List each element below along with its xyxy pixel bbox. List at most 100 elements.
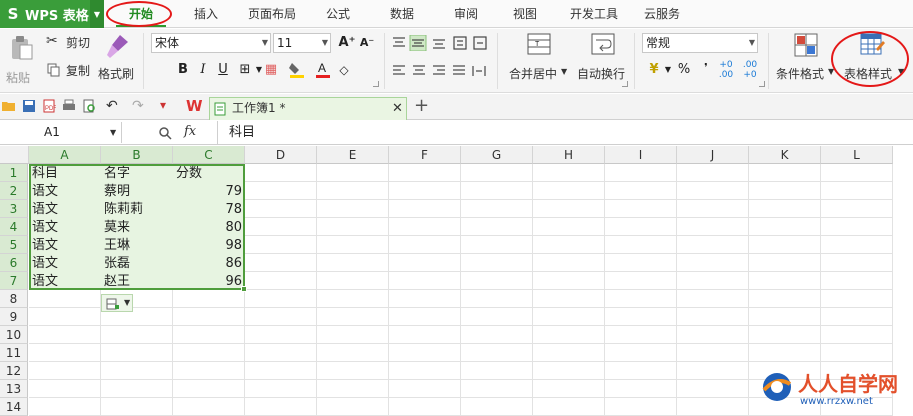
table-cell[interactable]: 语文 [29,201,101,219]
table-header-cell[interactable]: 分数 [173,165,245,183]
number-format-select[interactable]: 常规 ▼ [642,33,758,53]
row-header[interactable]: 12 [0,362,28,380]
format-painter-button[interactable]: 格式刷 [98,33,138,87]
table-cell[interactable]: 赵王 [101,273,173,291]
font-family-select[interactable]: 宋体 ▼ [151,33,271,53]
table-cell[interactable]: 86 [173,255,245,273]
table-cell[interactable]: 陈莉莉 [101,201,173,219]
tab-formula[interactable]: 公式 [318,0,358,28]
table-cell[interactable]: 语文 [29,237,101,255]
table-cell[interactable]: 王琳 [101,237,173,255]
close-icon[interactable]: ✕ [392,98,403,119]
spreadsheet-grid[interactable]: ABCDEFGHIJKL 1 2 3 4 5 6 7 8 9 10 11 12 13 14 科目 名字 分数语… [0,146,913,416]
column-header[interactable]: A [29,146,101,164]
table-cell[interactable]: 96 [173,273,245,291]
copy-button[interactable]: 复制 [46,61,96,81]
column-header[interactable]: I [605,146,677,164]
row-header[interactable]: 5 [0,236,28,254]
increase-font-icon[interactable]: A⁺ [338,34,356,52]
formula-input[interactable]: 科目 [229,123,255,143]
merge-center-button[interactable]: T 合并居中 ▼ [505,33,569,87]
font-size-select[interactable]: 11 ▼ [273,33,331,53]
row-header[interactable]: 11 [0,344,28,362]
cut-button[interactable]: ✂ 剪切 [46,33,96,53]
column-header[interactable]: J [677,146,749,164]
tab-page-layout[interactable]: 页面布局 [240,0,304,28]
decrease-decimal-button[interactable]: .00 +0 [740,60,760,80]
table-cell[interactable]: 79 [173,183,245,201]
column-header[interactable]: L [821,146,893,164]
row-header[interactable]: 7 [0,272,28,290]
export-pdf-icon[interactable]: PDF [42,99,56,113]
autofill-options-button[interactable]: ▼ [101,294,133,312]
increase-decimal-button[interactable]: +0 .00 [716,60,736,80]
column-header[interactable]: F [389,146,461,164]
column-header[interactable]: B [101,146,173,164]
number-dialog-launcher[interactable] [759,81,765,87]
eraser-icon[interactable]: ◇ [335,61,353,79]
font-dialog-launcher[interactable] [373,81,379,87]
row-header[interactable]: 14 [0,398,28,416]
print-preview-icon[interactable] [82,99,96,113]
table-cell[interactable]: 78 [173,201,245,219]
horizontal-align-icons[interactable] [392,63,492,79]
thousands-separator-icon[interactable]: ❜ [697,59,715,77]
bold-button[interactable]: B [174,61,192,79]
column-header[interactable]: D [245,146,317,164]
table-cell[interactable]: 98 [173,237,245,255]
column-header[interactable]: E [317,146,389,164]
table-header-cell[interactable]: 名字 [101,165,173,183]
wrap-text-button[interactable]: 自动换行 [575,33,631,87]
font-color-icon[interactable]: A [314,60,332,78]
tab-home[interactable]: 开始 [108,0,174,28]
vertical-align-icons[interactable] [392,35,502,51]
table-cell[interactable]: 张磊 [101,255,173,273]
table-cell[interactable]: 语文 [29,219,101,237]
app-menu-button[interactable]: S WPS 表格 ▼ [0,0,104,28]
fill-color-icon[interactable] [288,60,306,78]
row-header[interactable]: 8 [0,290,28,308]
table-cell[interactable]: 80 [173,219,245,237]
row-header[interactable]: 10 [0,326,28,344]
row-header[interactable]: 4 [0,218,28,236]
row-header[interactable]: 2 [0,182,28,200]
row-header[interactable]: 9 [0,308,28,326]
tab-data[interactable]: 数据 [382,0,422,28]
tab-review[interactable]: 审阅 [446,0,486,28]
italic-button[interactable]: I [194,61,212,79]
new-tab-icon[interactable]: + [414,95,429,116]
zoom-icon[interactable] [158,126,172,140]
redo-icon[interactable]: ↷ [132,98,144,114]
chevron-down-icon[interactable]: ▼ [90,0,104,28]
alignment-dialog-launcher[interactable] [622,81,628,87]
table-cell[interactable]: 语文 [29,183,101,201]
table-header-cell[interactable]: 科目 [29,165,101,183]
open-folder-icon[interactable] [2,100,16,112]
tab-developer[interactable]: 开发工具 [563,0,625,28]
tab-cloud-service[interactable]: 云服务 [638,0,686,28]
row-header[interactable]: 1 [0,164,28,182]
conditional-format-button[interactable]: 条件格式 ▼ [774,33,836,87]
row-header[interactable]: 3 [0,200,28,218]
decrease-font-icon[interactable]: A⁻ [358,34,376,52]
column-header[interactable]: K [749,146,821,164]
table-cell[interactable]: 莫来 [101,219,173,237]
underline-button[interactable]: U [214,61,232,79]
table-cell[interactable]: 语文 [29,255,101,273]
document-tab[interactable]: 工作簿1 * ✕ [209,97,407,120]
row-header[interactable]: 13 [0,380,28,398]
select-all-corner[interactable] [0,146,29,164]
wps-doc-icon[interactable]: W [186,97,203,115]
table-style-button[interactable]: 表格样式 ▼ [840,33,906,87]
paste-button[interactable]: 粘贴 [4,33,42,87]
name-box[interactable]: A1 ▼ [0,122,122,143]
fill-handle[interactable] [241,286,247,292]
table-cell[interactable]: 蔡明 [101,183,173,201]
column-header[interactable]: G [461,146,533,164]
tab-view[interactable]: 视图 [505,0,545,28]
row-header[interactable]: 6 [0,254,28,272]
column-header[interactable]: C [173,146,245,164]
undo-icon[interactable]: ↶ [106,98,118,114]
merge-border-icon[interactable]: ▦ [262,61,280,79]
function-icon[interactable]: fx [184,124,196,139]
